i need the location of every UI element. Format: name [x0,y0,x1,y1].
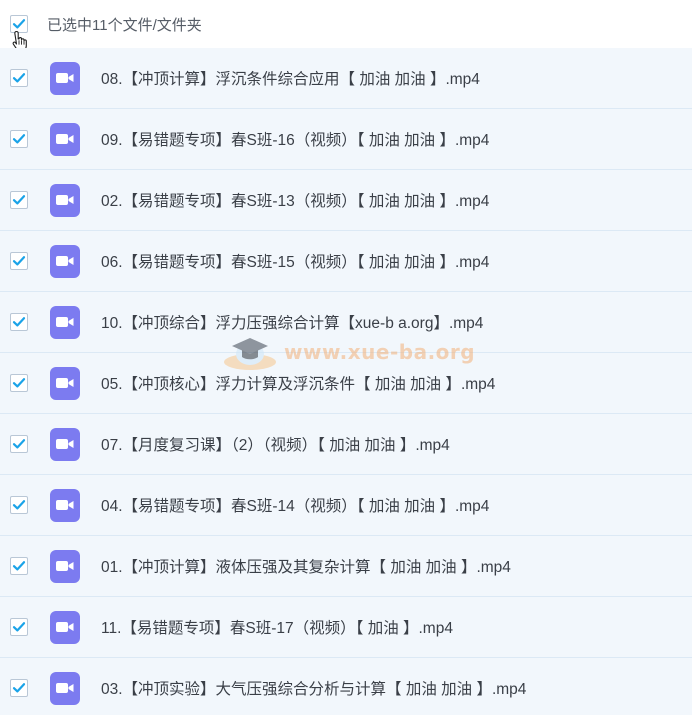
video-file-icon [50,427,80,461]
video-camera-icon [56,317,74,327]
file-checkbox[interactable] [10,496,28,514]
file-row[interactable]: 04.【易错题专项】春S班-14（视频）【 加油 加油 】.mp4 [0,475,692,536]
file-name[interactable]: 11.【易错题专项】春S班-17（视频）【 加油 】.mp4 [101,616,453,638]
file-name[interactable]: 07.【月度复习课】（2）（视频）【 加油 加油 】.mp4 [101,433,450,455]
video-camera-icon [56,378,74,388]
video-file-icon [50,244,80,278]
file-checkbox[interactable] [10,618,28,636]
video-camera-icon [56,439,74,449]
video-camera-icon [56,683,74,693]
file-name[interactable]: 08.【冲顶计算】浮沉条件综合应用【 加油 加油 】.mp4 [101,67,480,89]
file-row[interactable]: 05.【冲顶核心】浮力计算及浮沉条件【 加油 加油 】.mp4 [0,353,692,414]
video-file-icon [50,122,80,156]
file-name[interactable]: 05.【冲顶核心】浮力计算及浮沉条件【 加油 加油 】.mp4 [101,372,495,394]
file-row[interactable]: 06.【易错题专项】春S班-15（视频）【 加油 加油 】.mp4 [0,231,692,292]
file-name[interactable]: 09.【易错题专项】春S班-16（视频）【 加油 加油 】.mp4 [101,128,489,150]
video-camera-icon [56,500,74,510]
file-row[interactable]: 01.【冲顶计算】液体压强及其复杂计算【 加油 加油 】.mp4 [0,536,692,597]
checkmark-icon [12,195,26,205]
video-file-icon [50,610,80,644]
video-camera-icon [56,561,74,571]
file-row[interactable]: 03.【冲顶实验】大气压强综合分析与计算【 加油 加油 】.mp4 [0,658,692,715]
video-file-icon [50,183,80,217]
checkmark-icon [12,622,26,632]
file-checkbox[interactable] [10,191,28,209]
file-checkbox[interactable] [10,130,28,148]
checkmark-icon [12,378,26,388]
video-camera-icon [56,134,74,144]
video-camera-icon [56,256,74,266]
file-checkbox[interactable] [10,679,28,697]
file-name[interactable]: 06.【易错题专项】春S班-15（视频）【 加油 加油 】.mp4 [101,250,489,272]
file-name[interactable]: 04.【易错题专项】春S班-14（视频）【 加油 加油 】.mp4 [101,494,489,516]
file-row[interactable]: 11.【易错题专项】春S班-17（视频）【 加油 】.mp4 [0,597,692,658]
file-row[interactable]: 10.【冲顶综合】浮力压强综合计算【xue-b a.org】.mp4 [0,292,692,353]
file-checkbox[interactable] [10,252,28,270]
video-file-icon [50,549,80,583]
checkmark-icon [12,134,26,144]
file-checkbox[interactable] [10,313,28,331]
file-checkbox[interactable] [10,557,28,575]
checkmark-icon [12,317,26,327]
video-file-icon [50,305,80,339]
file-checkbox[interactable] [10,69,28,87]
file-row[interactable]: 07.【月度复习课】（2）（视频）【 加油 加油 】.mp4 [0,414,692,475]
file-row[interactable]: 02.【易错题专项】春S班-13（视频）【 加油 加油 】.mp4 [0,170,692,231]
video-camera-icon [56,73,74,83]
checkmark-icon [12,561,26,571]
file-list: 08.【冲顶计算】浮沉条件综合应用【 加油 加油 】.mp4 09.【易错题专项】… [0,48,692,715]
video-camera-icon [56,195,74,205]
video-file-icon [50,366,80,400]
checkmark-icon [12,19,26,29]
file-name[interactable]: 03.【冲顶实验】大气压强综合分析与计算【 加油 加油 】.mp4 [101,677,526,699]
file-row[interactable]: 09.【易错题专项】春S班-16（视频）【 加油 加油 】.mp4 [0,109,692,170]
checkmark-icon [12,500,26,510]
video-file-icon [50,671,80,705]
checkmark-icon [12,683,26,693]
video-camera-icon [56,622,74,632]
video-file-icon [50,488,80,522]
file-checkbox[interactable] [10,374,28,392]
video-file-icon [50,61,80,95]
checkmark-icon [12,73,26,83]
checkmark-icon [12,439,26,449]
file-row[interactable]: 08.【冲顶计算】浮沉条件综合应用【 加油 加油 】.mp4 [0,48,692,109]
file-selection-panel: 已选中11个文件/文件夹 08.【冲顶计算】浮沉条件综合应用【 加油 加油 】.… [0,0,692,715]
selection-count-label: 已选中11个文件/文件夹 [47,16,202,34]
file-checkbox[interactable] [10,435,28,453]
file-name[interactable]: 01.【冲顶计算】液体压强及其复杂计算【 加油 加油 】.mp4 [101,555,511,577]
file-name[interactable]: 02.【易错题专项】春S班-13（视频）【 加油 加油 】.mp4 [101,189,489,211]
selection-header: 已选中11个文件/文件夹 [0,0,692,52]
file-name[interactable]: 10.【冲顶综合】浮力压强综合计算【xue-b a.org】.mp4 [101,311,483,333]
checkmark-icon [12,256,26,266]
